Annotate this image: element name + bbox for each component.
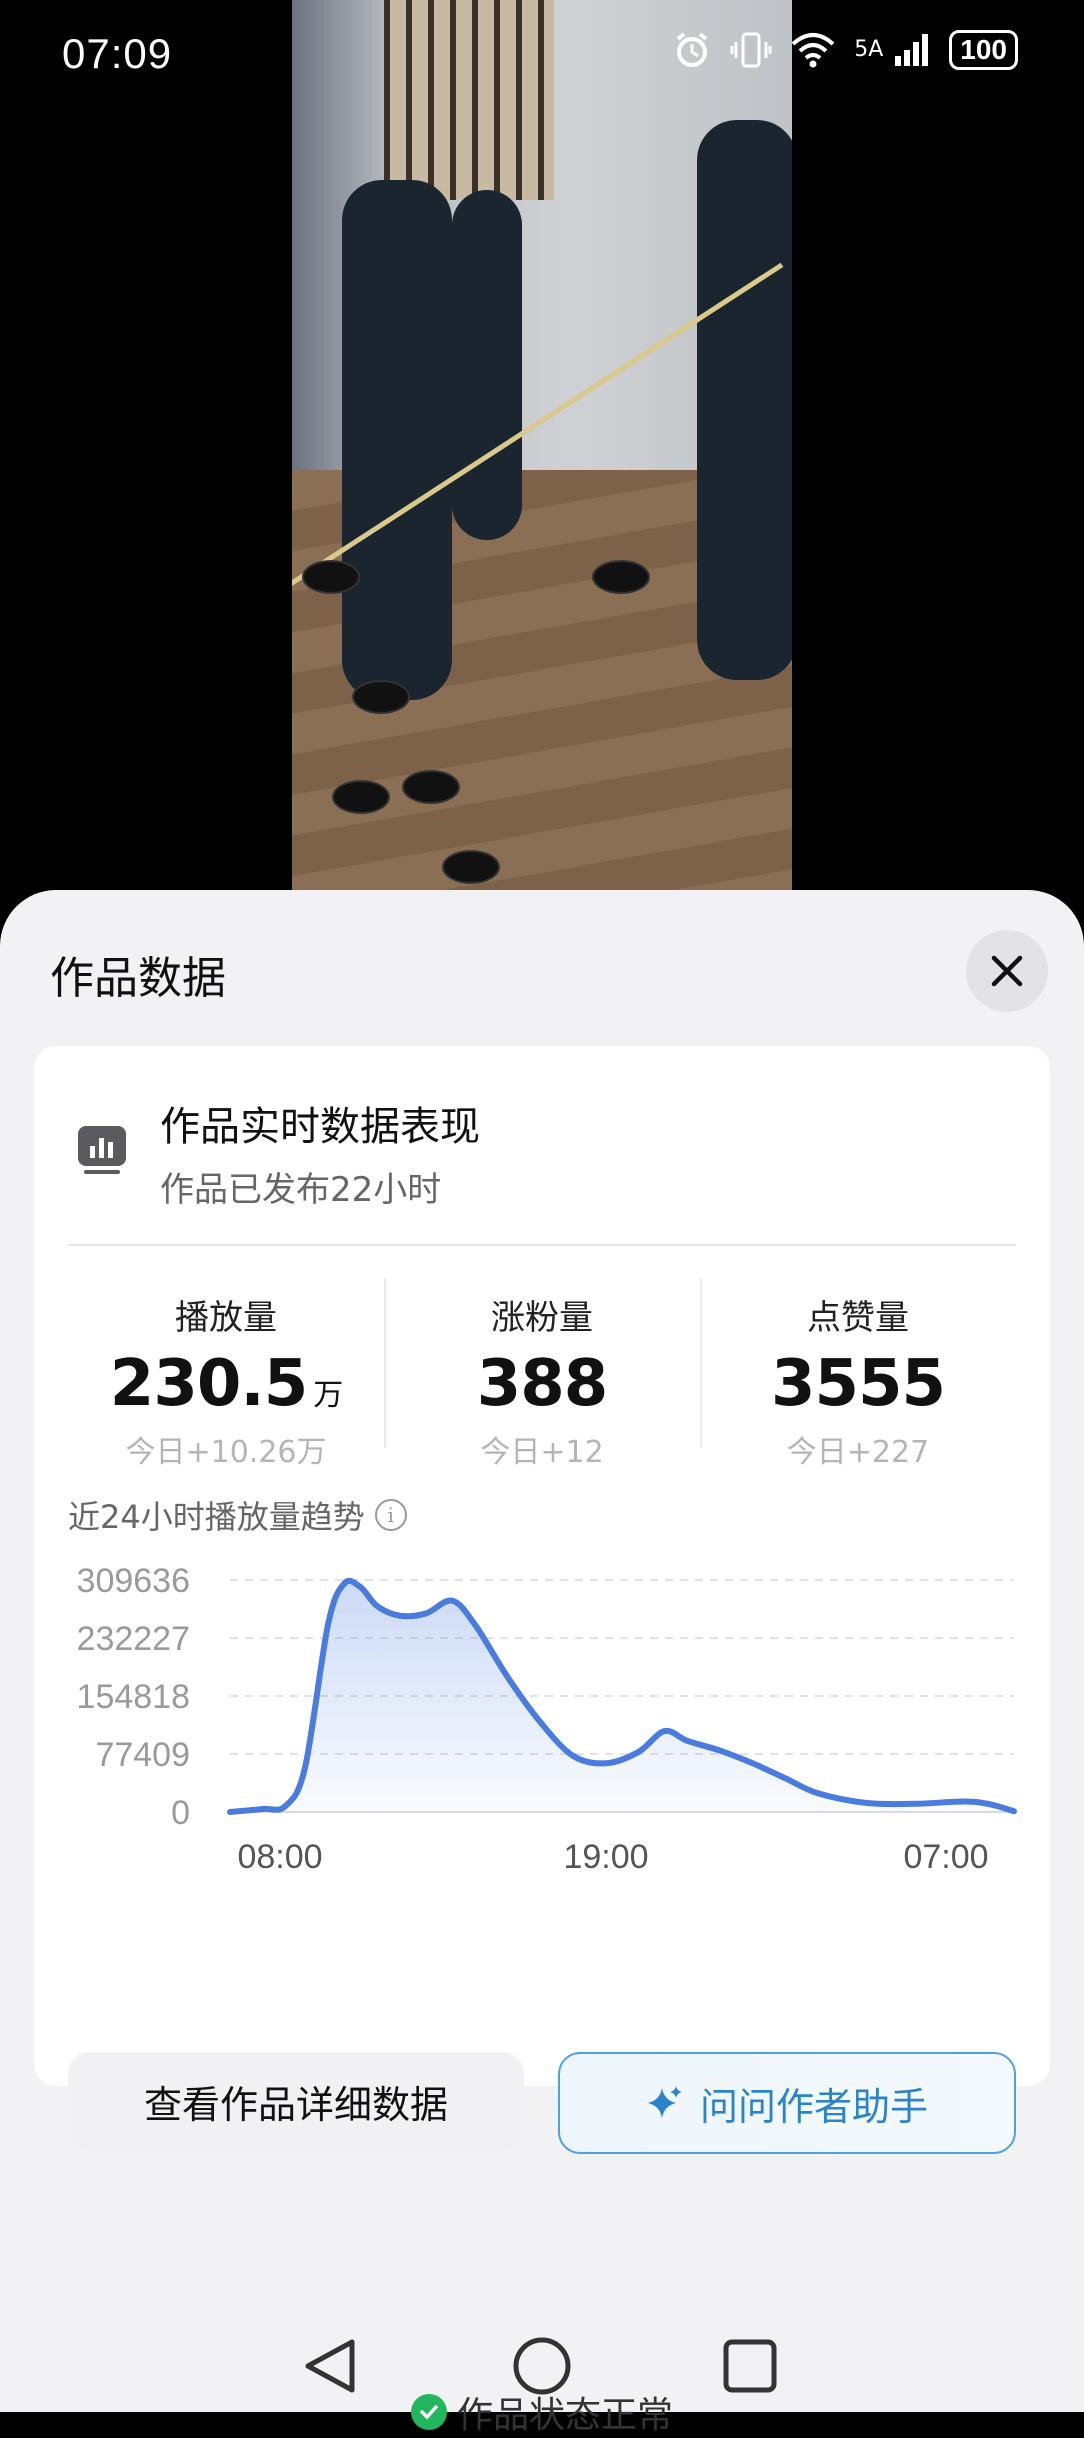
metric-number: 388 <box>476 1347 609 1421</box>
cellular-signal-icon <box>895 34 929 66</box>
chart-y-tick-label: 77409 <box>95 1736 190 1774</box>
metric-plays[interactable]: 播放量 230.5 万 今日+10.26万 <box>68 1262 384 1470</box>
card-subtitle: 作品已发布22小时 <box>160 1170 442 1210</box>
realtime-data-card: 作品实时数据表现 作品已发布22小时 播放量 230.5 万 今日+10.26万 … <box>34 1046 1050 2154</box>
video-trap <box>352 680 410 714</box>
card-title: 作品实时数据表现 <box>160 1104 480 1150</box>
video-trap <box>592 560 650 594</box>
ask-author-assistant-button[interactable]: 问问作者助手 <box>558 2052 1016 2154</box>
chart-y-tick-label: 154818 <box>77 1678 190 1716</box>
card-divider <box>68 1244 1016 1246</box>
network-type-label: 5A <box>854 37 884 62</box>
status-bar: 07:09 5A 100 <box>0 0 1084 110</box>
video-person-right <box>697 120 792 680</box>
metric-label: 播放量 <box>175 1298 277 1338</box>
info-icon[interactable]: i <box>374 1499 407 1531</box>
metric-value: 388 <box>384 1347 700 1421</box>
trend-title: 近24小时播放量趋势 i <box>68 1492 407 1538</box>
metric-delta: 今日+12 <box>480 1435 604 1470</box>
metric-number: 3555 <box>770 1347 946 1421</box>
status-icons: 5A 100 <box>672 30 1018 70</box>
metric-value: 3555 <box>700 1347 1016 1421</box>
chart-y-tick-label: 0 <box>171 1794 190 1832</box>
video-trap <box>332 780 390 814</box>
back-icon[interactable] <box>305 2339 355 2393</box>
assistant-button-label: 问问作者助手 <box>699 2084 928 2129</box>
close-button[interactable] <box>966 930 1048 1012</box>
chart-x-tick-label: 19:00 <box>563 1838 648 1876</box>
home-icon[interactable] <box>513 2337 571 2395</box>
battery-icon: 100 <box>949 30 1018 70</box>
chart-bar-icon <box>78 1126 126 1174</box>
video-preview[interactable] <box>292 0 792 900</box>
status-time: 07:09 <box>62 30 173 77</box>
metric-unit: 万 <box>313 1378 343 1413</box>
metric-value: 230.5 万 <box>68 1347 384 1421</box>
video-trap <box>402 770 460 804</box>
vibrate-icon <box>730 32 772 68</box>
chart-y-tick-label: 309636 <box>77 1562 190 1600</box>
trend-title-text: 近24小时播放量趋势 <box>68 1498 365 1536</box>
alarm-icon <box>676 32 708 67</box>
metric-delta: 今日+10.26万 <box>125 1435 327 1470</box>
metric-number: 230.5 <box>109 1347 308 1421</box>
plays-trend-chart: 309636 232227 154818 77409 0 08:00 19:00 07:00 <box>77 1562 1017 1876</box>
metric-likes[interactable]: 点赞量 3555 今日+227 <box>700 1262 1016 1470</box>
chart-y-tick-label: 232227 <box>77 1620 190 1658</box>
video-person-left <box>342 180 452 700</box>
video-person-middle <box>452 190 522 540</box>
recents-icon[interactable] <box>723 2339 777 2393</box>
metric-label: 点赞量 <box>807 1298 909 1338</box>
view-detail-data-button[interactable]: 查看作品详细数据 <box>68 2052 524 2150</box>
video-trap <box>442 850 500 884</box>
chart-x-tick-label: 07:00 <box>903 1838 988 1876</box>
sparkle-icon <box>647 2086 682 2118</box>
system-nav-bar <box>305 2337 777 2395</box>
metric-label: 涨粉量 <box>491 1298 593 1338</box>
metrics-row: 播放量 230.5 万 今日+10.26万 涨粉量 388 今日+12 点赞量 3… <box>68 1262 1016 1470</box>
video-trap <box>302 560 360 594</box>
work-data-sheet: 作品数据 作品实时数据表现 作品已发布22小时 播放量 230.5 万 今日+10… <box>0 890 1084 2436</box>
wifi-icon <box>791 33 835 68</box>
metric-followers[interactable]: 涨粉量 388 今日+12 <box>384 1262 700 1470</box>
chart-x-tick-label: 08:00 <box>237 1838 322 1876</box>
metric-delta: 今日+227 <box>786 1435 930 1470</box>
sheet-title: 作品数据 <box>50 953 226 1004</box>
close-icon <box>991 955 1023 987</box>
